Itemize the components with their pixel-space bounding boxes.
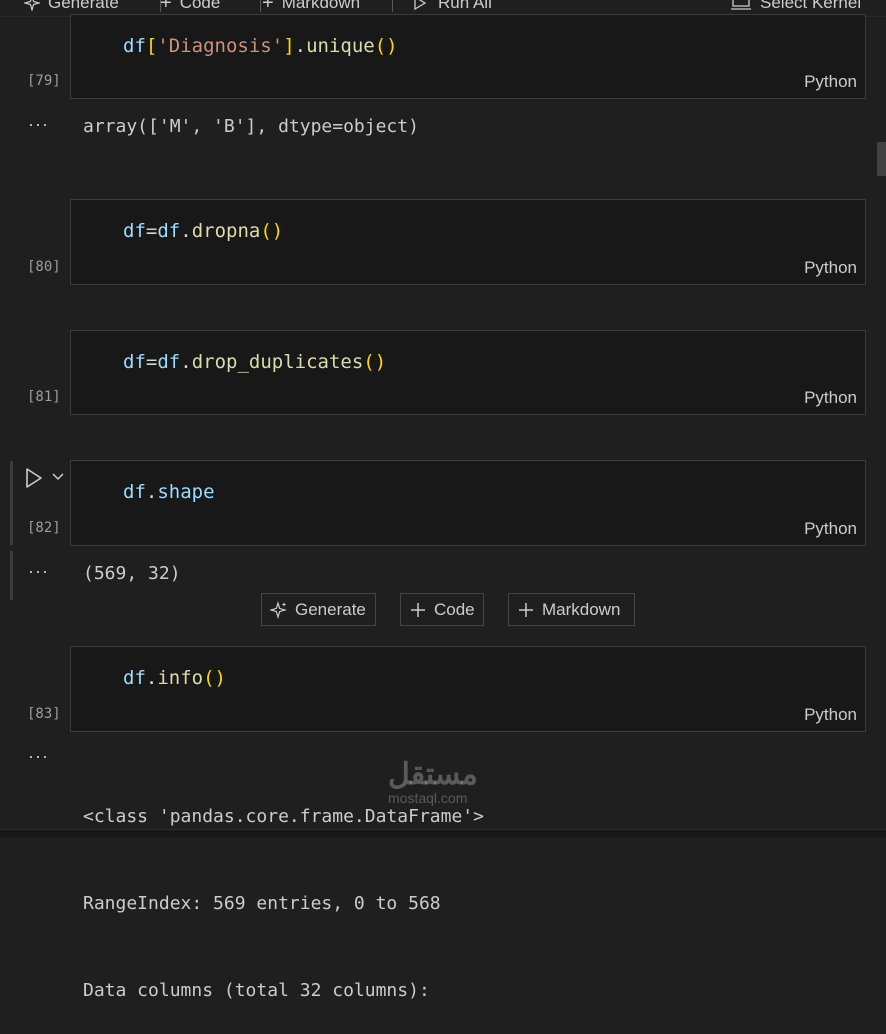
insert-markdown-button[interactable]: Markdown bbox=[508, 593, 635, 626]
code-token: df bbox=[157, 351, 181, 373]
code-cell-79[interactable]: df['Diagnosis'].unique() Python bbox=[70, 14, 866, 99]
insert-markdown-label: Markdown bbox=[542, 599, 621, 619]
code-token: 'Diagnosis' bbox=[157, 35, 284, 57]
code-token: . bbox=[180, 220, 192, 242]
select-kernel-button[interactable]: Select Kernel bbox=[730, 0, 861, 14]
code-token: df bbox=[123, 35, 146, 57]
run-all-icon bbox=[414, 0, 427, 11]
cell-language-label[interactable]: Python bbox=[804, 388, 857, 408]
select-kernel-label: Select Kernel bbox=[760, 0, 862, 12]
cell-language-label[interactable]: Python bbox=[804, 519, 857, 539]
output-focus-indicator bbox=[10, 551, 13, 600]
code-token: drop_duplicates bbox=[191, 351, 364, 373]
code-cell-80[interactable]: df=df.dropna() Python bbox=[70, 199, 866, 285]
code-editor[interactable]: df.info() bbox=[123, 667, 226, 689]
code-token: () bbox=[203, 667, 226, 689]
toolbar-code-label: Code bbox=[179, 0, 221, 12]
output-line: <class 'pandas.core.frame.DataFrame'> bbox=[83, 806, 484, 827]
output-more-icon[interactable]: ··· bbox=[28, 114, 49, 135]
toolbar-separator bbox=[392, 0, 393, 12]
toolbar-generate-button[interactable]: Generate bbox=[24, 0, 119, 14]
code-token: . bbox=[180, 351, 192, 373]
code-token: df bbox=[123, 481, 146, 503]
code-token: info bbox=[157, 667, 204, 689]
code-token: dropna bbox=[191, 220, 261, 242]
execution-count: [80] bbox=[27, 259, 61, 275]
chevron-down-icon[interactable] bbox=[51, 470, 65, 484]
plus-icon: + bbox=[160, 0, 172, 14]
sparkle-icon bbox=[270, 600, 288, 619]
code-token: unique bbox=[306, 35, 375, 57]
code-token: () bbox=[374, 35, 398, 57]
code-token: . bbox=[294, 35, 307, 57]
code-cell-81[interactable]: df=df.drop_duplicates() Python bbox=[70, 330, 866, 415]
cell-focus-indicator bbox=[10, 461, 13, 545]
plus-icon bbox=[519, 602, 533, 617]
code-editor[interactable]: df['Diagnosis'].unique() bbox=[123, 35, 398, 57]
code-token: . bbox=[145, 667, 158, 689]
insert-generate-label: Generate bbox=[295, 599, 366, 619]
cell-language-label[interactable]: Python bbox=[804, 705, 857, 725]
code-token: = bbox=[145, 220, 158, 242]
execution-count: [83] bbox=[27, 706, 61, 722]
code-token: () bbox=[260, 220, 284, 242]
code-editor[interactable]: df=df.drop_duplicates() bbox=[123, 351, 386, 373]
cell-language-label[interactable]: Python bbox=[804, 72, 857, 92]
toolbar-markdown-button[interactable]: + Markdown bbox=[262, 0, 360, 14]
execution-count: [82] bbox=[27, 520, 61, 536]
code-editor[interactable]: df.shape bbox=[123, 481, 215, 503]
toolbar-run-all-button[interactable]: Run All bbox=[412, 0, 492, 14]
code-editor[interactable]: df=df.dropna() bbox=[123, 220, 283, 242]
toolbar-generate-label: Generate bbox=[48, 0, 119, 12]
code-token: df bbox=[123, 351, 146, 373]
output-more-icon[interactable]: ··· bbox=[28, 561, 49, 582]
watermark-logo-text: مستقل bbox=[388, 758, 478, 791]
code-cell-83[interactable]: df.info() Python bbox=[70, 646, 866, 732]
code-token: . bbox=[145, 481, 158, 503]
toolbar-run-all-label: Run All bbox=[438, 0, 492, 12]
plus-icon: + bbox=[262, 0, 274, 14]
output-line: RangeIndex: 569 entries, 0 to 568 bbox=[83, 893, 441, 914]
kernel-icon bbox=[731, 0, 751, 10]
cell-output: (569, 32) bbox=[83, 563, 181, 584]
sparkle-icon bbox=[24, 0, 40, 11]
insert-code-button[interactable]: Code bbox=[400, 593, 484, 626]
scrollbar-thumb[interactable] bbox=[877, 142, 886, 176]
execution-count: [79] bbox=[27, 73, 61, 89]
toolbar-code-button[interactable]: + Code bbox=[160, 0, 220, 14]
execution-count: [81] bbox=[27, 389, 61, 405]
output-more-icon[interactable]: ··· bbox=[28, 746, 49, 767]
watermark: مستقل mostaql.com bbox=[388, 758, 478, 807]
code-token: = bbox=[145, 351, 158, 373]
code-token: shape bbox=[157, 481, 215, 503]
toolbar-separator bbox=[260, 0, 261, 12]
watermark-url: mostaql.com bbox=[388, 790, 468, 806]
plus-icon bbox=[411, 602, 425, 617]
code-token: ] bbox=[283, 35, 295, 57]
code-token: df bbox=[157, 220, 181, 242]
insert-code-label: Code bbox=[434, 599, 475, 619]
cell-language-label[interactable]: Python bbox=[804, 258, 857, 278]
code-token: df bbox=[123, 667, 146, 689]
run-icon[interactable] bbox=[24, 467, 44, 489]
code-cell-82[interactable]: df.shape Python bbox=[70, 460, 866, 546]
code-token: df bbox=[123, 220, 146, 242]
toolbar-markdown-label: Markdown bbox=[281, 0, 361, 12]
output-line: Data columns (total 32 columns): bbox=[83, 980, 430, 1001]
code-token: [ bbox=[145, 35, 158, 57]
insert-generate-button[interactable]: Generate bbox=[261, 593, 376, 626]
cell-output: array(['M', 'B'], dtype=object) bbox=[83, 116, 419, 137]
code-token: () bbox=[363, 351, 387, 373]
